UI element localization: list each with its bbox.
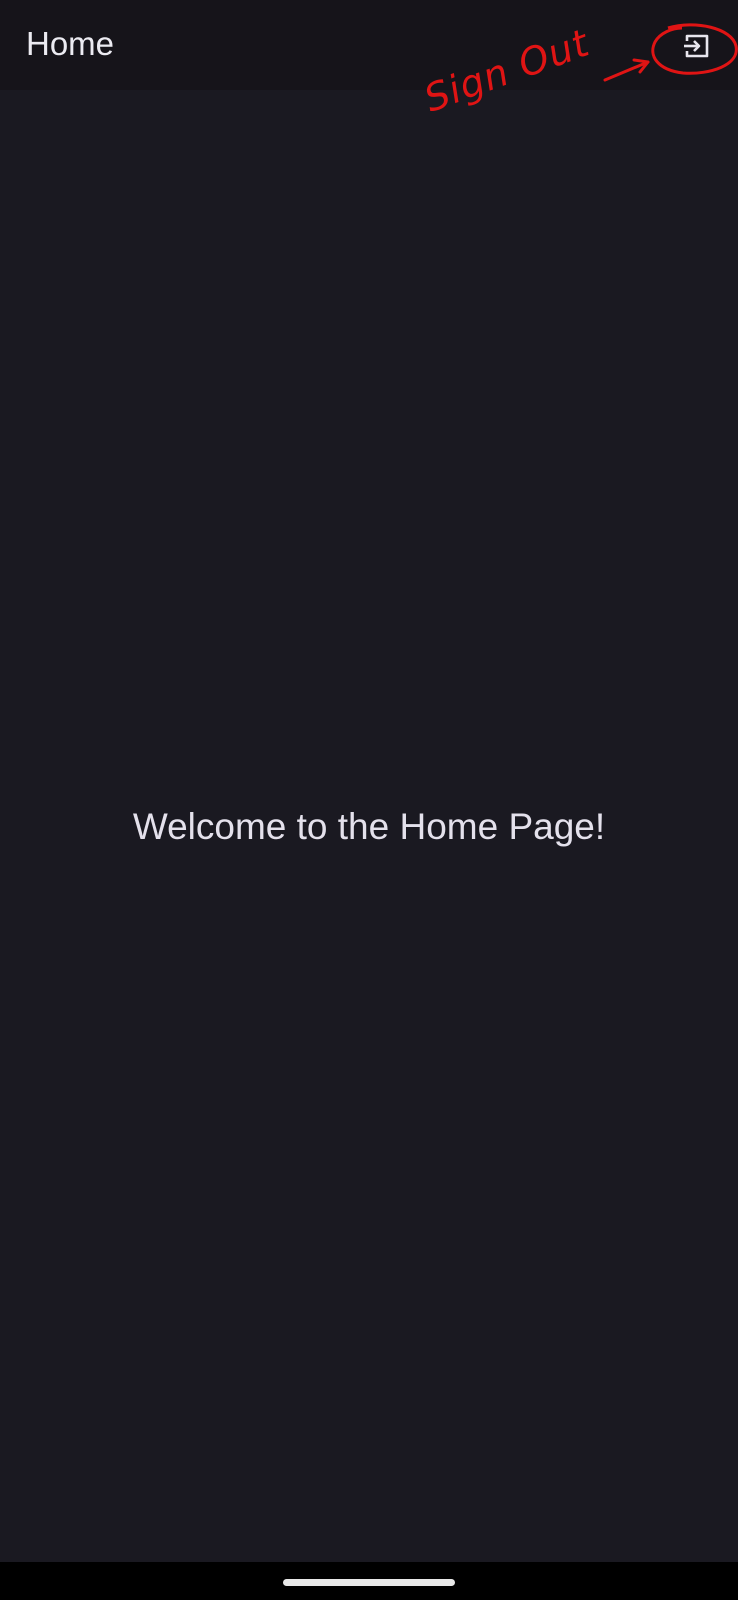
welcome-message: Welcome to the Home Page! bbox=[132, 806, 606, 847]
home-indicator[interactable] bbox=[283, 1579, 455, 1586]
page-title: Home bbox=[26, 25, 115, 62]
home-screen: Home Sign Out Welcome to the Home Page! bbox=[0, 0, 738, 1600]
system-nav-bar bbox=[0, 1562, 738, 1600]
main-content: Welcome to the Home Page! bbox=[0, 90, 738, 1562]
